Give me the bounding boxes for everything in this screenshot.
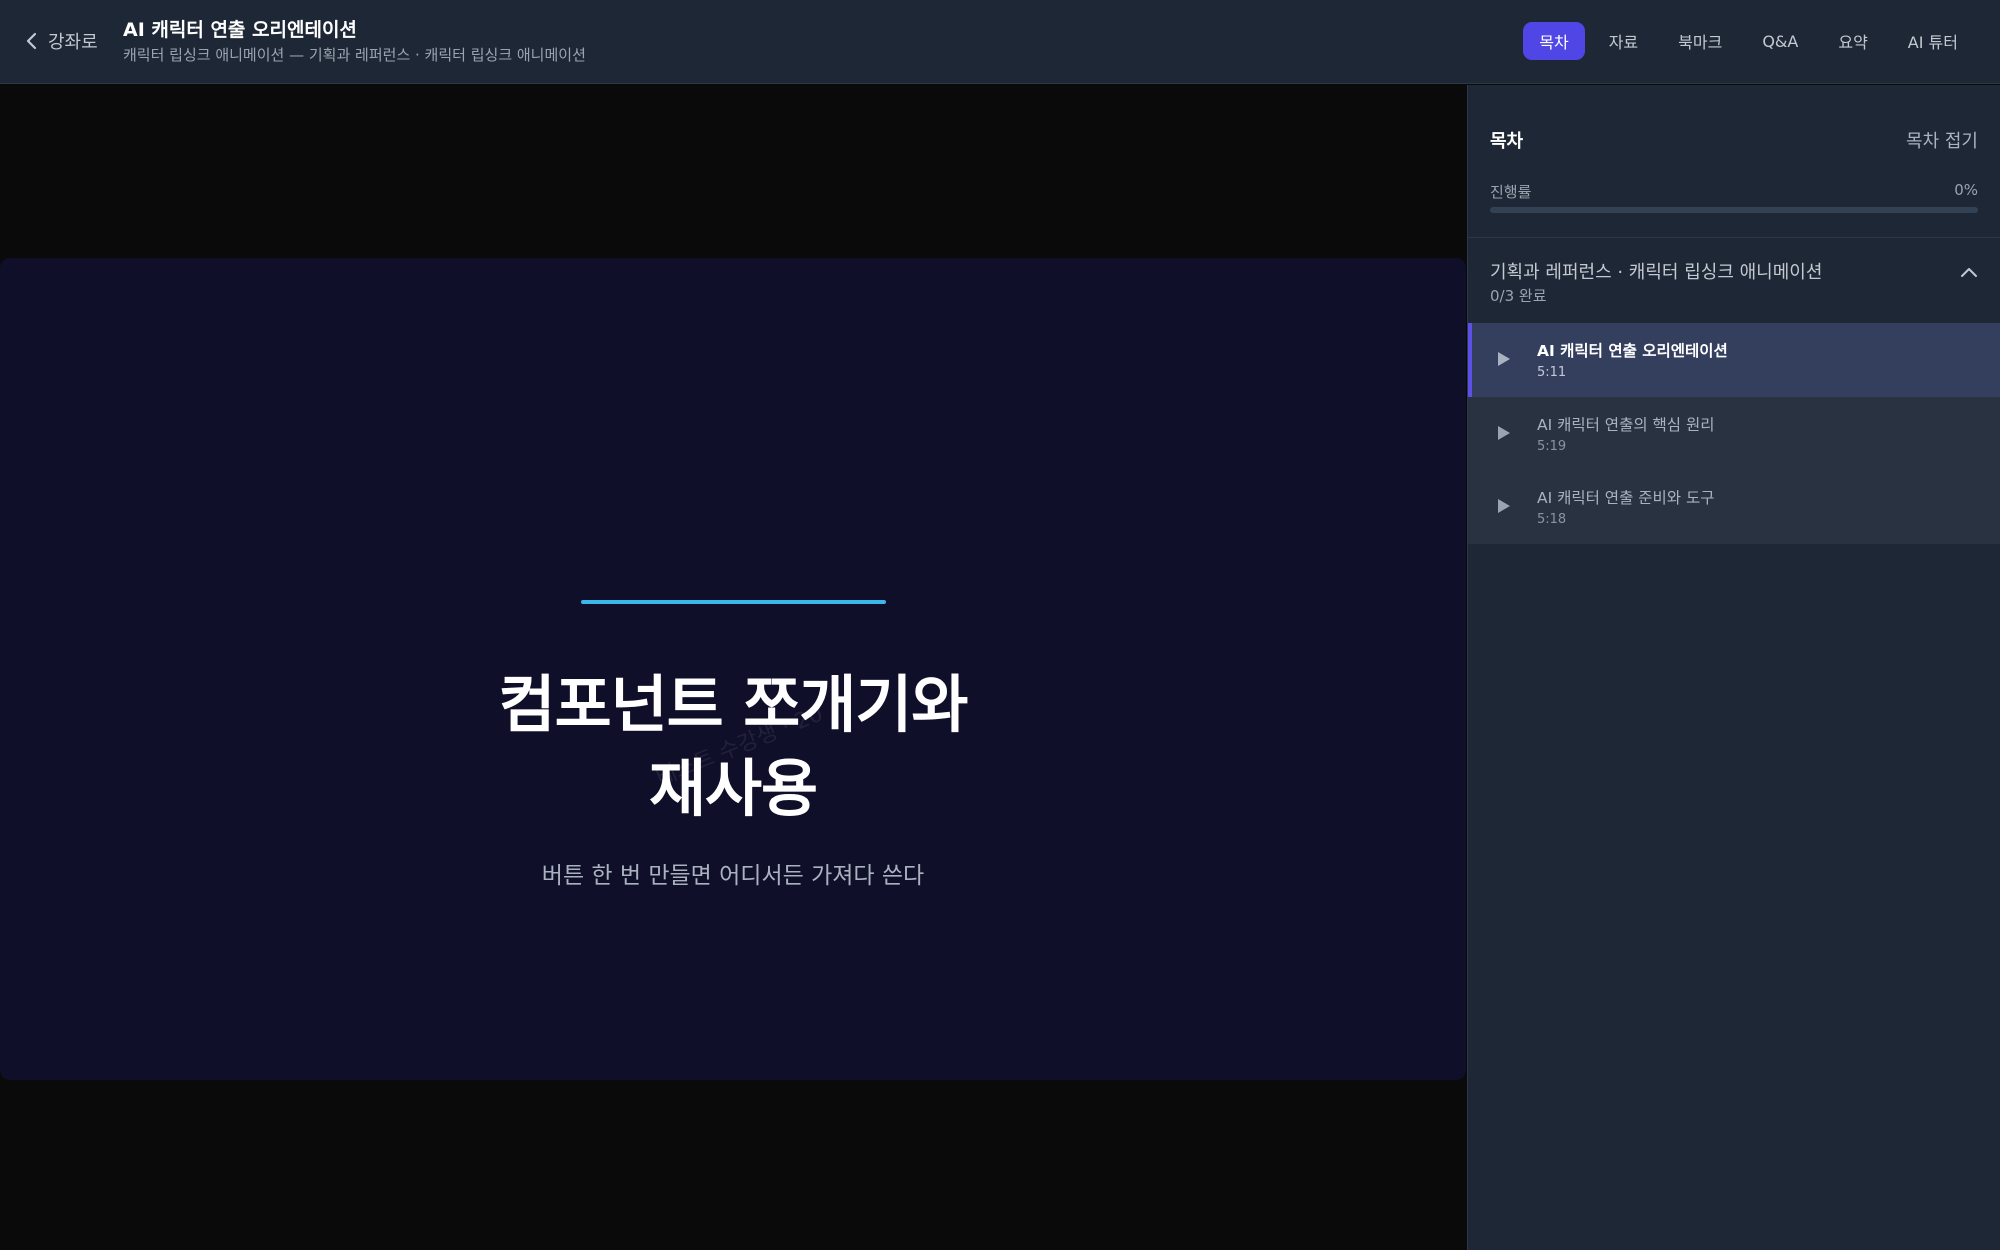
lesson-duration: 5:11	[1537, 365, 1567, 380]
panel-tabs: 목차 자료 북마크 Q&A 요약 AI 튜터	[1523, 22, 1974, 60]
lesson-titles: AI 캐릭터 연출 오리엔테이션 캐릭터 립싱크 애니메이션 — 기획과 레퍼런…	[123, 18, 586, 65]
tab-bookmarks[interactable]: 북마크	[1662, 22, 1738, 60]
lesson-title: AI 캐릭터 연출의 핵심 원리	[1537, 415, 1715, 434]
lesson-item[interactable]: AI 캐릭터 연출의 핵심 원리 5:19	[1468, 396, 2000, 470]
video-player[interactable]: 테스트 수강생 · 20 컴포넌트 쪼개기와 재사용 버튼 한 번 만들면 어디…	[0, 85, 1466, 1250]
section-title: 기획과 레퍼런스 · 캐릭터 립싱크 애니메이션	[1490, 262, 1823, 283]
play-icon	[1498, 499, 1510, 513]
lesson-item[interactable]: AI 캐릭터 연출 준비와 도구 5:18	[1468, 470, 2000, 544]
chevron-up-icon[interactable]	[1960, 266, 1978, 278]
top-header: 강좌로 AI 캐릭터 연출 오리엔테이션 캐릭터 립싱크 애니메이션 — 기획과…	[0, 0, 2000, 84]
section-completion: 0/3 완료	[1490, 287, 1547, 305]
back-to-course-button[interactable]: 강좌로	[26, 28, 98, 54]
tab-summary[interactable]: 요약	[1822, 22, 1883, 60]
lesson-duration: 5:19	[1537, 438, 1567, 454]
tab-qna[interactable]: Q&A	[1746, 22, 1814, 60]
slide-accent-line	[581, 600, 886, 604]
play-icon	[1498, 425, 1510, 440]
play-icon	[1498, 352, 1510, 366]
lesson-title: AI 캐릭터 연출 오리엔테이션	[1537, 342, 1728, 360]
tab-contents[interactable]: 목차	[1523, 22, 1585, 60]
back-label: 강좌로	[48, 32, 98, 53]
lesson-duration: 5:18	[1537, 512, 1567, 527]
slide-title: 컴포넌트 쪼개기와 재사용	[333, 663, 1133, 831]
collapse-contents-button[interactable]: 목차 접기	[1906, 127, 1978, 153]
progress-value: 0%	[1954, 181, 1978, 199]
lesson-item[interactable]: AI 캐릭터 연출 오리엔테이션 5:11	[1468, 323, 2000, 397]
progress-bar	[1490, 207, 1978, 213]
slide-title-line2: 재사용	[648, 752, 818, 825]
lesson-list: AI 캐릭터 연출 오리엔테이션 5:11 AI 캐릭터 연출의 핵심 원리 5…	[1468, 323, 2000, 544]
sidebar-title: 목차	[1490, 131, 1524, 152]
section-header[interactable]: 기획과 레퍼런스 · 캐릭터 립싱크 애니메이션 0/3 완료	[1468, 238, 2000, 323]
slide-title-line1: 컴포넌트 쪼개기와	[498, 668, 969, 741]
tab-materials[interactable]: 자료	[1593, 22, 1654, 60]
tab-ai-tutor[interactable]: AI 튜터	[1892, 22, 1974, 60]
progress-label: 진행률	[1490, 183, 1532, 201]
lecture-slide: 테스트 수강생 · 20 컴포넌트 쪼개기와 재사용 버튼 한 번 만들면 어디…	[0, 258, 1466, 1080]
lesson-title: AI 캐릭터 연출 준비와 도구	[1537, 489, 1715, 507]
page-subtitle: 캐릭터 립싱크 애니메이션 — 기획과 레퍼런스 · 캐릭터 립싱크 애니메이션	[123, 46, 586, 64]
chevron-left-icon	[26, 32, 37, 50]
slide-subtitle: 버튼 한 번 만들면 어디서든 가져다 쓴다	[541, 863, 925, 889]
page-title: AI 캐릭터 연출 오리엔테이션	[123, 19, 357, 41]
contents-sidebar: 목차 목차 접기 진행률 0% 기획과 레퍼런스 · 캐릭터 립싱크 애니메이션…	[1467, 85, 2000, 1250]
sidebar-header: 목차 목차 접기	[1490, 127, 1978, 157]
